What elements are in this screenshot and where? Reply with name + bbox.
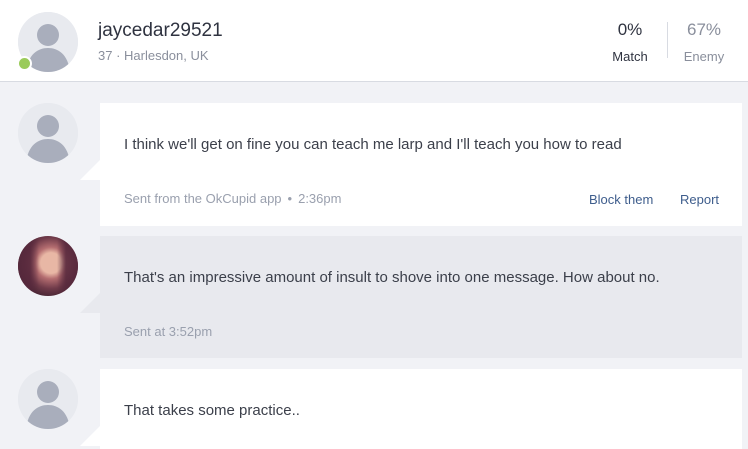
my-avatar[interactable]	[18, 236, 78, 296]
avatar-photo	[18, 236, 78, 296]
report-link[interactable]: Report	[680, 192, 719, 207]
enemy-label: Enemy	[683, 49, 725, 64]
sender-avatar[interactable]	[18, 369, 78, 429]
match-percentage: 0%	[617, 20, 643, 39]
message-text: That's an impressive amount of insult to…	[124, 269, 660, 286]
message-source: Sent from the OkCupid app	[124, 191, 282, 206]
bubble-tail	[80, 426, 100, 446]
message-meta: Sent from the OkCupid app • 2:36pm	[124, 191, 341, 206]
profile-header: jaycedar29521 37 · Harlesdon, UK 0% Matc…	[0, 0, 748, 82]
user-silhouette-icon	[18, 369, 78, 429]
message-text: That takes some practice..	[124, 402, 300, 419]
message-bubble: That takes some practice..	[100, 369, 742, 449]
username[interactable]: jaycedar29521	[98, 20, 223, 42]
message-meta: Sent at 3:52pm	[124, 324, 213, 339]
stat-divider	[667, 22, 668, 58]
bubble-tail	[80, 293, 100, 313]
user-age-location: 37 · Harlesdon, UK	[98, 48, 209, 63]
bubble-tail	[80, 160, 100, 180]
enemy-percentage: 67%	[686, 20, 722, 39]
match-stat: 0% Match	[606, 20, 654, 64]
enemy-stat: 67% Enemy	[680, 20, 728, 64]
message-time: 2:36pm	[298, 191, 342, 206]
message-text: I think we'll get on fine you can teach …	[124, 136, 622, 153]
message-bubble: That's an impressive amount of insult to…	[100, 236, 742, 358]
separator-dot: •	[287, 191, 293, 206]
block-them-link[interactable]: Block them	[589, 192, 653, 207]
message-bubble: I think we'll get on fine you can teach …	[100, 103, 742, 226]
sender-avatar[interactable]	[18, 103, 78, 163]
match-label: Match	[612, 49, 648, 64]
online-status-dot	[17, 56, 32, 71]
user-silhouette-icon	[18, 103, 78, 163]
